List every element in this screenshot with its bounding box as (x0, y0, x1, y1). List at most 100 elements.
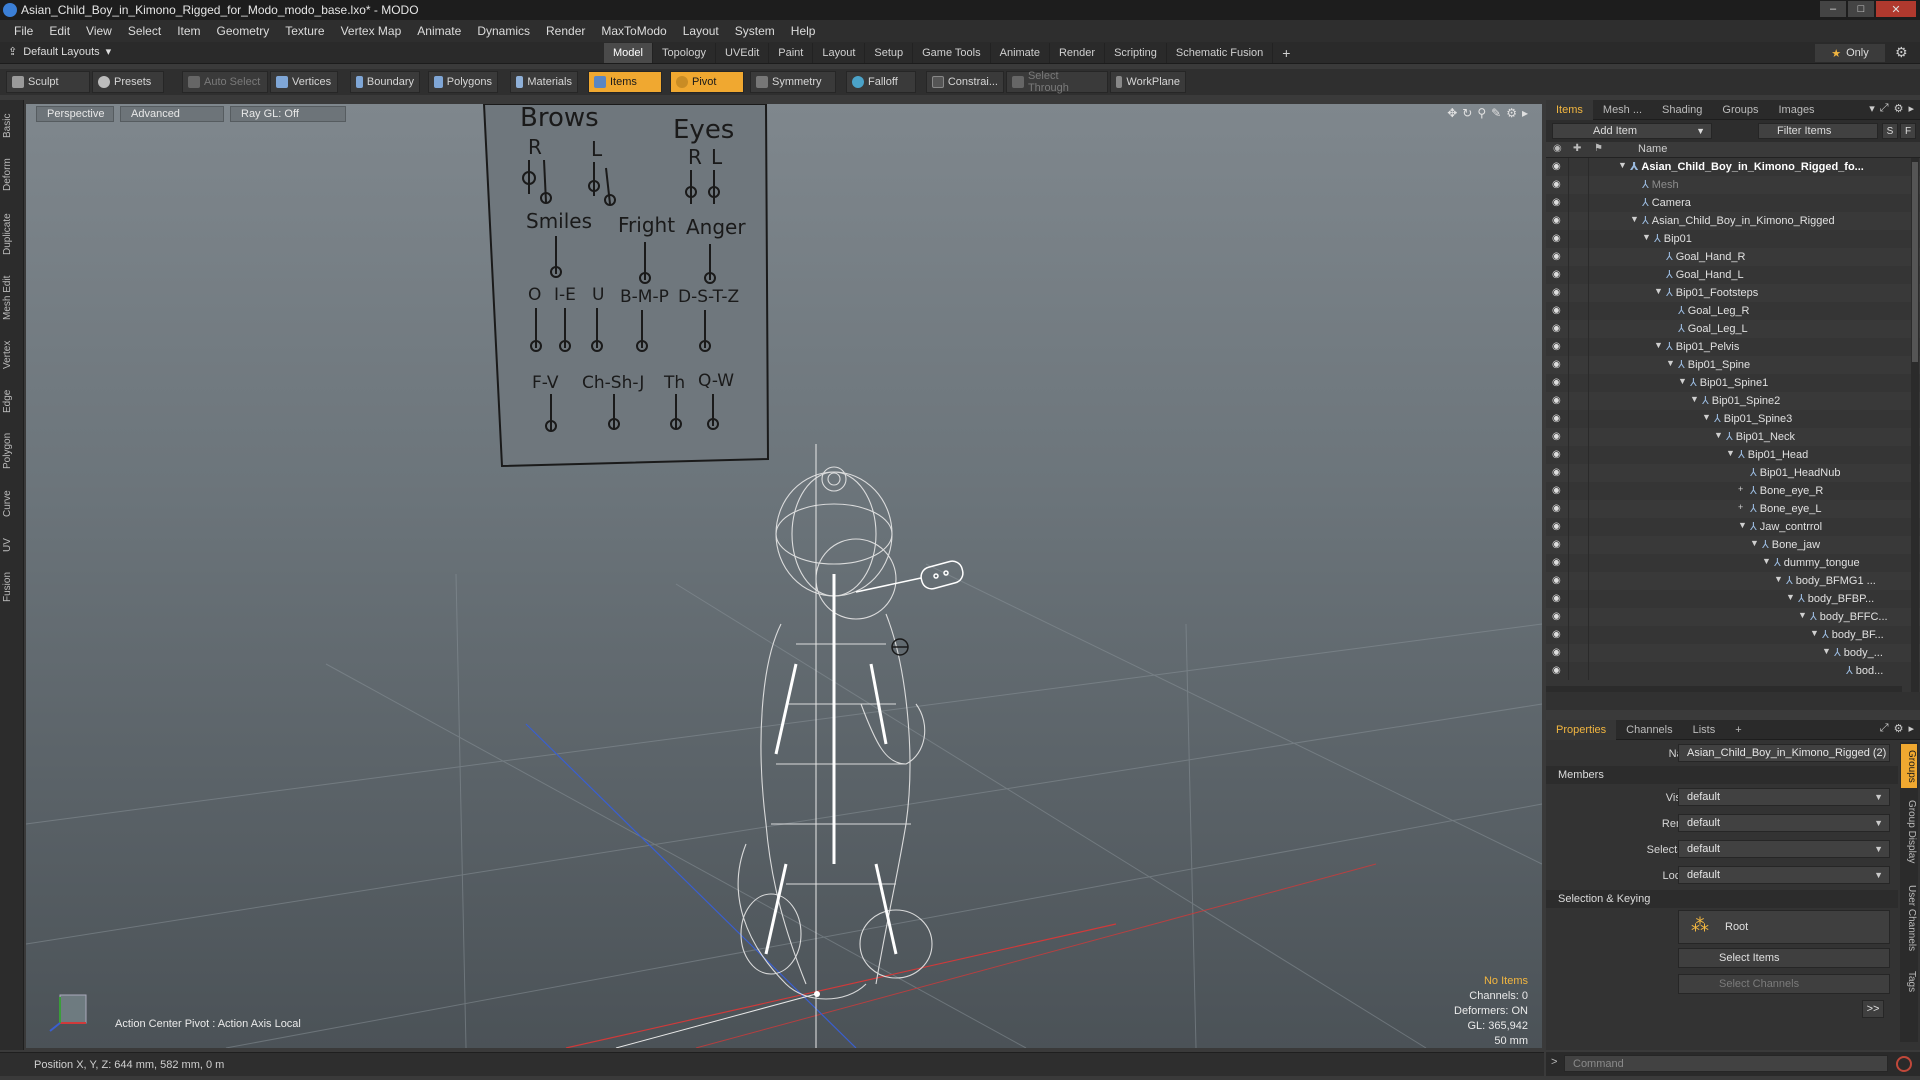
tree-row[interactable]: ◉ ▼ ⅄ body_BF... (1546, 626, 1920, 644)
polygons-button[interactable]: Polygons (428, 71, 498, 93)
collapse-triangle-icon[interactable]: ▼ (1786, 592, 1795, 602)
tab-model[interactable]: Model (604, 43, 653, 63)
expand-arrow-icon[interactable]: ▸ (1908, 102, 1914, 115)
collapse-triangle-icon[interactable]: ▼ (1654, 286, 1663, 296)
menu-help[interactable]: Help (783, 24, 824, 38)
select-through-button[interactable]: Select Through (1006, 70, 1108, 94)
menu-edit[interactable]: Edit (41, 24, 78, 38)
items-button[interactable]: Items (588, 71, 662, 93)
collapse-triangle-icon[interactable]: ▼ (1678, 376, 1687, 386)
collapse-triangle-icon[interactable]: ▼ (1798, 610, 1807, 620)
collapse-triangle-icon[interactable]: ▼ (1654, 340, 1663, 350)
collapse-triangle-icon[interactable]: ▼ (1774, 574, 1783, 584)
collapse-triangle-icon[interactable]: ▼ (1822, 646, 1831, 656)
tree-vertical-scrollbar[interactable] (1911, 158, 1919, 692)
eye-icon[interactable]: ◉ (1552, 377, 1564, 389)
collapse-triangle-icon[interactable]: ▼ (1762, 556, 1771, 566)
jaw-controller[interactable] (891, 638, 909, 656)
eye-icon[interactable]: ◉ (1552, 215, 1564, 227)
maximize-icon[interactable]: ⤢ (1880, 722, 1889, 735)
rotate-icon[interactable]: ↻ (1462, 106, 1472, 120)
menu-vertex-map[interactable]: Vertex Map (333, 24, 410, 38)
tab-scripting[interactable]: Scripting (1105, 43, 1167, 63)
viewport-gear-icon[interactable]: ⚙ (1506, 106, 1517, 120)
only-button[interactable]: ★ Only (1815, 44, 1885, 62)
view-mode-chip[interactable]: Perspective (36, 106, 114, 122)
tree-row[interactable]: ◉ ▼ ⅄ body_... (1546, 644, 1920, 662)
vtab-fusion[interactable]: Fusion (2, 564, 22, 610)
s-button[interactable]: S (1882, 123, 1898, 139)
menu-texture[interactable]: Texture (277, 24, 332, 38)
members-section[interactable]: Members (1546, 766, 1898, 784)
collapse-triangle-icon[interactable]: ▼ (1630, 214, 1639, 224)
eye-icon[interactable]: ◉ (1552, 179, 1564, 191)
eye-icon[interactable]: ◉ (1552, 305, 1564, 317)
vtab-deform[interactable]: Deform (2, 150, 22, 200)
menu-file[interactable]: File (6, 24, 41, 38)
collapse-triangle-icon[interactable]: ▼ (1750, 538, 1759, 548)
eye-icon[interactable]: ◉ (1552, 341, 1564, 353)
visible-select[interactable]: default ▼ (1678, 788, 1890, 806)
tree-row[interactable]: ◉ ⅄ Mesh (1546, 176, 1920, 194)
menu-item[interactable]: Item (169, 24, 208, 38)
record-icon[interactable] (1896, 1056, 1912, 1072)
eye-icon[interactable]: ◉ (1552, 485, 1564, 497)
maximize-icon[interactable]: ⤢ (1880, 102, 1889, 115)
pencil-icon[interactable]: ✎ (1491, 106, 1501, 120)
add-item-button[interactable]: Add Item ▼ (1552, 123, 1712, 139)
eye-icon[interactable]: ◉ (1552, 233, 1564, 245)
collapse-triangle-icon[interactable]: ▼ (1618, 160, 1627, 170)
name-field[interactable]: Asian_Child_Boy_in_Kimono_Rigged (2) (1678, 744, 1890, 762)
eye-icon[interactable]: ◉ (1552, 539, 1564, 551)
eye-icon[interactable]: ◉ (1552, 323, 1564, 335)
menu-layout[interactable]: Layout (675, 24, 727, 38)
menu-view[interactable]: View (78, 24, 120, 38)
select-channels-button[interactable]: Select Channels (1678, 974, 1890, 994)
selection-keying-section[interactable]: Selection & Keying (1546, 890, 1898, 908)
tree-row[interactable]: ◉ ▼ ⅄ Jaw_contrrol (1546, 518, 1920, 536)
vtab-basic[interactable]: Basic (2, 106, 22, 146)
tab-game-tools[interactable]: Game Tools (913, 43, 991, 63)
eye-icon[interactable]: ◉ (1552, 467, 1564, 479)
tree-row[interactable]: ◉ ▼ ⅄ Bip01_Neck (1546, 428, 1920, 446)
tab-items[interactable]: Items (1546, 99, 1593, 120)
eye-icon[interactable]: ◉ (1552, 161, 1564, 173)
eye-icon[interactable]: ◉ (1552, 557, 1564, 569)
close-button[interactable]: ✕ (1876, 1, 1916, 17)
menu-select[interactable]: Select (120, 24, 169, 38)
gear-icon[interactable]: ⚙ (1895, 44, 1908, 61)
tree-row[interactable]: ◉ ▼ ⅄ Bip01_Spine3 (1546, 410, 1920, 428)
vtab-mesh-edit[interactable]: Mesh Edit (2, 268, 22, 328)
raygl-chip[interactable]: Ray GL: Off (230, 106, 346, 122)
root-button[interactable]: ⁂ Root (1678, 910, 1890, 944)
eye-icon[interactable]: ◉ (1552, 629, 1564, 641)
vtab-edge[interactable]: Edge (2, 382, 22, 420)
tab-groups[interactable]: Groups (1712, 100, 1768, 120)
side-tab-group-display[interactable]: Group Display (1901, 792, 1917, 872)
sculpt-button[interactable]: Sculpt (6, 71, 90, 93)
tree-row[interactable]: ◉ ▼ ⅄ body_BFBP... (1546, 590, 1920, 608)
vtab-vertex[interactable]: Vertex (2, 332, 22, 378)
menu-dynamics[interactable]: Dynamics (469, 24, 538, 38)
menu-animate[interactable]: Animate (409, 24, 469, 38)
eye-icon[interactable]: ◉ (1552, 521, 1564, 533)
eye-icon[interactable]: ◉ (1552, 269, 1564, 281)
tab-uvedit[interactable]: UVEdit (716, 43, 770, 63)
tab-images[interactable]: Images (1768, 100, 1824, 120)
tab-animate[interactable]: Animate (991, 43, 1050, 63)
tree-row[interactable]: ◉ + ⅄ Bone_eye_L (1546, 500, 1920, 518)
eye-icon[interactable]: ◉ (1552, 647, 1564, 659)
symmetry-button[interactable]: Symmetry (750, 71, 836, 93)
menu-maxtomodo[interactable]: MaxToModo (593, 24, 674, 38)
tree-row[interactable]: ◉ ▼ ⅄ dummy_tongue (1546, 554, 1920, 572)
expand-plus-icon[interactable]: + (1738, 484, 1743, 494)
eye-icon[interactable]: ◉ (1552, 431, 1564, 443)
collapse-triangle-icon[interactable]: ▼ (1690, 394, 1699, 404)
tab-layout[interactable]: Layout (813, 43, 866, 63)
3d-viewport[interactable]: Brows Eyes R L R L Smiles Fright Anger O… (26, 104, 1542, 1048)
collapse-triangle-icon[interactable]: ▼ (1642, 232, 1651, 242)
layouts-dropdown[interactable]: ⇪ Default Layouts ▾ (8, 45, 111, 59)
select-items-button[interactable]: Select Items (1678, 948, 1890, 968)
tree-row[interactable]: ◉ ⅄ Goal_Leg_R (1546, 302, 1920, 320)
constrain-button[interactable]: Constrai... (926, 71, 1004, 93)
